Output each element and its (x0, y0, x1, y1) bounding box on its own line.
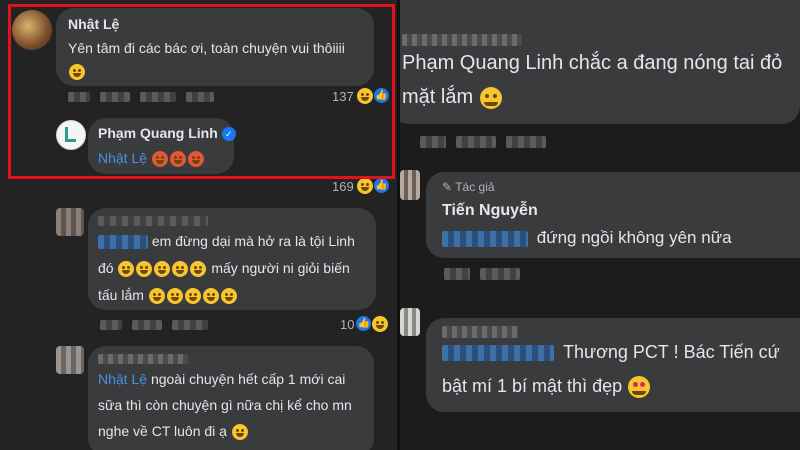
post-text-line-2: mặt lắm (402, 86, 503, 109)
comment-text-line-1: em đừng dại mà hở ra là tội Linh (98, 228, 355, 254)
mention-blurred[interactable] (98, 235, 148, 250)
comment-text-line-3: nghe về CT luôn đi ạ (98, 418, 249, 444)
reply-text-body: đứng ngồi không yên nữa (536, 228, 732, 247)
pencil-icon: ✎ (442, 180, 453, 194)
comment-actions (100, 320, 208, 330)
author-name-blurred[interactable] (98, 216, 208, 226)
comment-text-line-1: Nhật Lệ ngoài chuyện hết cấp 1 mới cai (98, 366, 345, 392)
comment-text-2a: đó (98, 260, 114, 276)
mention-blurred[interactable] (442, 345, 554, 362)
grinning-emoji-icon (118, 261, 135, 278)
tears-of-joy-emoji-icon (231, 424, 248, 441)
mention-link[interactable]: Nhật Lệ (98, 371, 147, 387)
reply-text: đứng ngồi không yên nữa (442, 228, 732, 248)
grinning-emoji-icon (154, 261, 171, 278)
comment-bubble-3: Nhật Lệ ngoài chuyện hết cấp 1 mới cai s… (88, 346, 374, 450)
comment-text-line-2: đó mấy người ni giỏi biến (98, 255, 350, 281)
comment-text-2b: mấy người ni giỏi biến (211, 260, 350, 276)
reaction-summary[interactable]: 169 👍 (332, 178, 389, 194)
grinning-emoji-icon (202, 288, 219, 305)
reply-actions (444, 268, 520, 280)
post-text-2: mặt lắm (402, 86, 474, 108)
post-bubble: Phạm Quang Linh chắc a đang nóng tai đỏ … (400, 0, 800, 124)
reply-bubble-tien-nguyen: ✎ Tác giả Tiến Nguyễn đứng ngồi không yê… (426, 172, 800, 258)
comment-text-line-2: bật mí 1 bí mật thì đẹp (442, 376, 651, 399)
comment-text-1: ngoài chuyện hết cấp 1 mới cai (150, 371, 346, 387)
like-action-blurred[interactable] (420, 136, 446, 148)
post-actions (420, 136, 546, 148)
grinning-emoji-icon (166, 288, 183, 305)
author-name-blurred[interactable] (98, 354, 188, 364)
grinning-emoji-icon (148, 288, 165, 305)
comment-text-2: bật mí 1 bí mật thì đẹp (442, 376, 623, 396)
author-name-blurred[interactable] (402, 34, 522, 46)
author-badge: ✎ Tác giả (442, 180, 495, 194)
grinning-emoji-icon (184, 288, 201, 305)
grinning-emoji-icon (136, 261, 153, 278)
avatar-blurred[interactable] (400, 308, 420, 336)
comment-bubble-right: Thương PCT ! Bác Tiến cứ bật mí 1 bí mật… (426, 318, 800, 412)
reaction-count: 169 (332, 178, 354, 194)
grinning-emoji-icon (190, 261, 207, 278)
comment-text-1: Thương PCT ! Bác Tiến cứ (563, 342, 780, 362)
haha-reaction-icon (356, 178, 373, 194)
heart-eyes-emoji-icon (628, 376, 651, 399)
author-name-blurred[interactable] (442, 326, 518, 338)
like-action-blurred[interactable] (444, 268, 470, 280)
like-reaction-icon: 👍 (356, 316, 372, 331)
post-text-line-1: Phạm Quang Linh chắc a đang nóng tai đỏ (402, 52, 783, 74)
comment-text-line-2: sữa thì còn chuyện gì nữa chị kể cho mn (98, 397, 352, 413)
reply-action-blurred[interactable] (132, 320, 162, 330)
like-reaction-icon: 👍 (373, 178, 389, 193)
avatar-blurred[interactable] (56, 346, 84, 374)
right-comment-panel: Phạm Quang Linh chắc a đang nóng tai đỏ … (400, 0, 800, 450)
reply-author[interactable]: Tiến Nguyễn (442, 202, 538, 220)
reply-action-blurred[interactable] (456, 136, 496, 148)
avatar-blurred[interactable] (56, 208, 84, 236)
haha-reaction-icon (372, 316, 389, 332)
grinning-emoji-icon (220, 288, 237, 305)
comment-text-3: tấu lắm (98, 287, 144, 303)
comment-text-line-3: tấu lắm (98, 282, 238, 308)
comment-text-1: em đừng dại mà hở ra là tội Linh (151, 233, 355, 249)
time-blurred (506, 136, 546, 148)
left-comment-panel: Nhật Lệ Yên tâm đi các bác ơi, toàn chuy… (0, 0, 397, 450)
avatar-tien-nguyen[interactable] (400, 170, 420, 200)
mention-blurred[interactable] (442, 230, 528, 247)
reaction-summary[interactable]: 10 👍 (340, 316, 389, 332)
comment-text-line-1: Thương PCT ! Bác Tiến cứ (442, 342, 780, 363)
grinning-emoji-icon (172, 261, 189, 278)
comment-text-3: nghe về CT luôn đi ạ (98, 423, 227, 439)
like-action-blurred[interactable] (100, 320, 122, 330)
tears-of-joy-emoji-icon (479, 86, 502, 109)
reply-action-blurred[interactable] (480, 268, 520, 280)
highlight-box (8, 4, 395, 179)
share-action-blurred[interactable] (172, 320, 208, 330)
author-badge-label: Tác giả (455, 180, 495, 194)
comment-bubble-2: em đừng dại mà hở ra là tội Linh đó mấy … (88, 208, 376, 310)
reaction-count: 10 (340, 316, 355, 332)
